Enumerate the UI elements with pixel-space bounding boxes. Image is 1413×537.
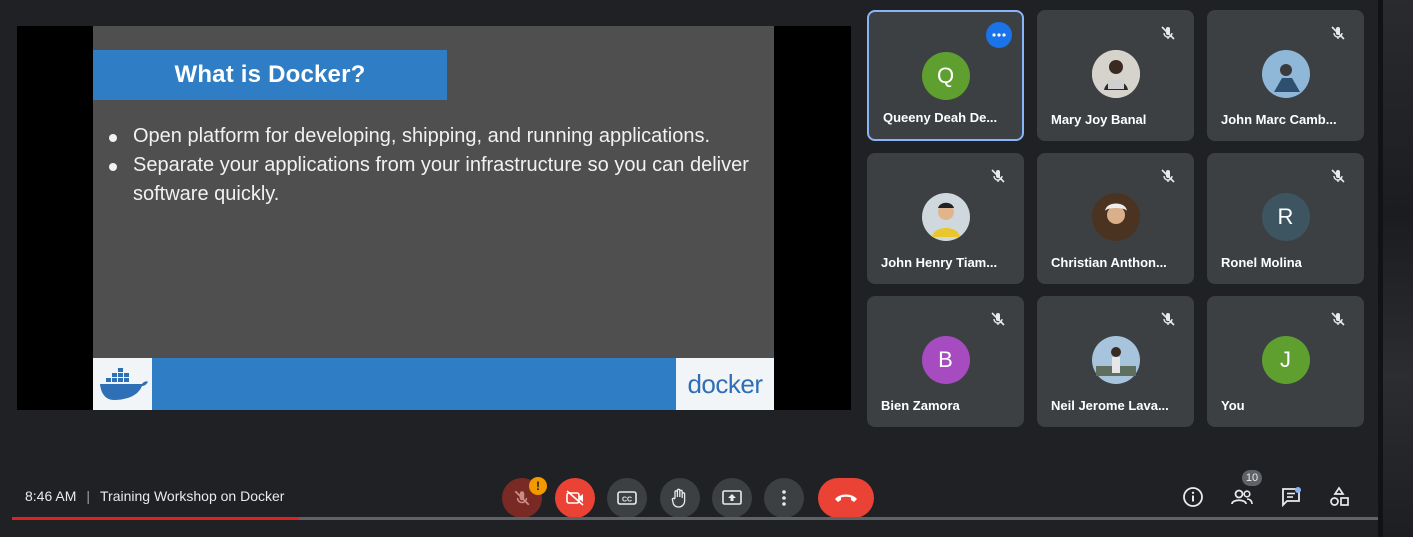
mic-off-icon xyxy=(991,169,1005,183)
activities-button[interactable] xyxy=(1326,484,1352,510)
photo-avatar xyxy=(1091,193,1140,241)
participant-tile[interactable]: J You xyxy=(1207,296,1364,427)
slide-title: What is Docker? xyxy=(174,61,366,88)
mic-off-icon xyxy=(1161,26,1175,40)
avatar: Q xyxy=(921,52,970,100)
participant-name: Mary Joy Banal xyxy=(1051,112,1147,127)
hang-up-icon xyxy=(835,494,857,502)
mic-off-icon xyxy=(514,490,530,506)
meeting-details-button[interactable] xyxy=(1180,484,1206,510)
slide-footer: docker xyxy=(93,358,774,410)
more-vert-icon xyxy=(782,490,786,506)
info-icon xyxy=(1183,487,1203,507)
photo-avatar xyxy=(1261,50,1310,98)
participant-tile[interactable]: Neil Jerome Lava... xyxy=(1037,296,1194,427)
leave-call-button[interactable] xyxy=(818,478,874,518)
presentation-area: What is Docker? Open platform for develo… xyxy=(17,26,851,410)
slide-bullet: Open platform for developing, shipping, … xyxy=(109,122,759,151)
people-button[interactable] xyxy=(1229,484,1255,510)
meeting-time: 8:46 AM xyxy=(25,488,77,504)
participant-tile[interactable]: R Ronel Molina xyxy=(1207,153,1364,284)
mic-off-icon xyxy=(1331,169,1345,183)
mic-off-icon xyxy=(1331,312,1345,326)
camera-toggle-button[interactable] xyxy=(555,478,595,518)
participant-name: Queeny Deah De... xyxy=(883,110,998,125)
photo-avatar xyxy=(921,193,970,241)
captions-button[interactable]: CC xyxy=(607,478,647,518)
activities-icon xyxy=(1330,486,1349,506)
warning-badge: ! xyxy=(529,477,547,495)
participant-tile[interactable]: Christian Anthon... xyxy=(1037,153,1194,284)
slide: What is Docker? Open platform for develo… xyxy=(93,26,774,410)
participant-tile[interactable]: Q Queeny Deah De... xyxy=(867,10,1024,141)
raise-hand-button[interactable] xyxy=(660,478,700,518)
participant-name: Bien Zamora xyxy=(881,398,960,413)
more-options-icon[interactable] xyxy=(986,22,1012,48)
participant-name: John Marc Camb... xyxy=(1221,112,1337,127)
participant-name: Christian Anthon... xyxy=(1051,255,1167,270)
avatar: B xyxy=(921,336,970,384)
slide-bullets: Open platform for developing, shipping, … xyxy=(109,122,759,209)
participant-name: Neil Jerome Lava... xyxy=(1051,398,1169,413)
slide-title-bar: What is Docker? xyxy=(93,50,447,100)
background-edge xyxy=(1383,0,1413,537)
svg-text:CC: CC xyxy=(622,497,632,504)
participant-tile[interactable]: John Henry Tiam... xyxy=(867,153,1024,284)
photo-avatar xyxy=(1091,50,1140,98)
mic-off-icon xyxy=(991,312,1005,326)
meeting-info: 8:46 AM | Training Workshop on Docker xyxy=(25,488,284,504)
mic-off-icon xyxy=(1331,26,1345,40)
people-icon xyxy=(1231,489,1253,505)
raise-hand-icon xyxy=(671,488,686,508)
meeting-title: Training Workshop on Docker xyxy=(100,488,285,504)
mic-off-icon xyxy=(1161,169,1175,183)
more-options-button[interactable] xyxy=(764,478,804,518)
participant-name: Ronel Molina xyxy=(1221,255,1302,270)
mic-off-icon xyxy=(1161,312,1175,326)
participant-tile[interactable]: John Marc Camb... xyxy=(1207,10,1364,141)
docker-wordmark: docker xyxy=(676,358,774,410)
participant-name: John Henry Tiam... xyxy=(881,255,998,270)
present-button[interactable] xyxy=(712,478,752,518)
video-progress-fill xyxy=(12,517,299,520)
avatar: R xyxy=(1261,193,1310,241)
participant-tile[interactable]: Mary Joy Banal xyxy=(1037,10,1194,141)
chat-button[interactable] xyxy=(1278,484,1304,510)
present-icon xyxy=(722,490,742,505)
photo-avatar xyxy=(1091,336,1140,384)
chat-icon xyxy=(1282,487,1301,508)
captions-icon: CC xyxy=(617,491,637,505)
avatar: J xyxy=(1261,336,1310,384)
docker-whale-logo-icon xyxy=(93,358,152,410)
camera-off-icon xyxy=(566,490,584,506)
participant-tile[interactable]: B Bien Zamora xyxy=(867,296,1024,427)
participant-name: You xyxy=(1221,398,1245,413)
separator: | xyxy=(86,488,91,504)
meet-window: What is Docker? Open platform for develo… xyxy=(0,0,1413,537)
slide-bullet: Separate your applications from your inf… xyxy=(109,151,759,209)
